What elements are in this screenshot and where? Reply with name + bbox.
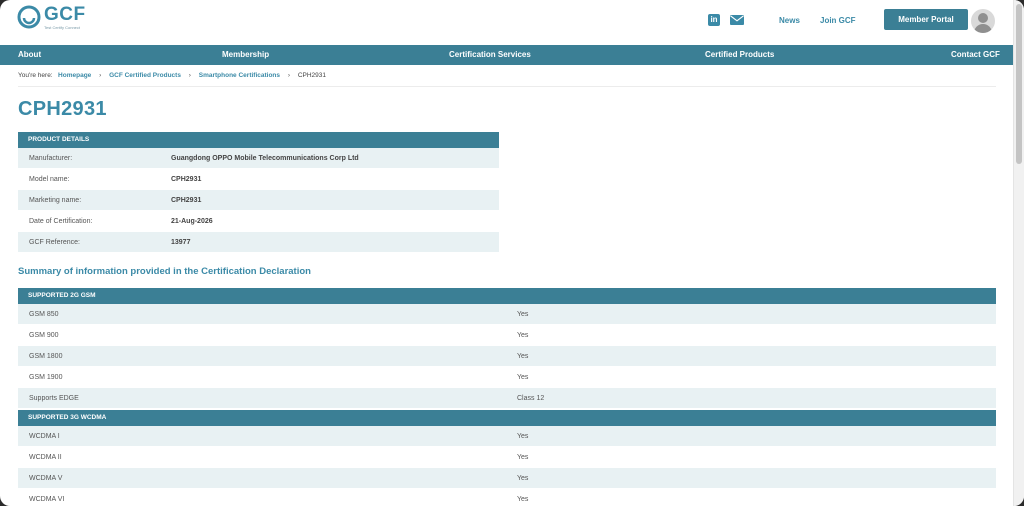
chevron-right-icon: › — [99, 72, 102, 79]
table-row: GSM 1800 Yes — [18, 346, 996, 367]
breadcrumb-homepage[interactable]: Homepage — [58, 72, 91, 79]
mail-icon[interactable] — [730, 15, 744, 25]
nav-contact-gcf[interactable]: Contact GCF — [951, 45, 1000, 65]
table-row: Supports EDGE Class 12 — [18, 388, 996, 409]
page-title: CPH2931 — [18, 98, 107, 120]
row-value: 13977 — [171, 238, 191, 246]
gcf-logo[interactable]: GCF Test Certify Connect — [17, 5, 86, 30]
logo-title: GCF — [44, 4, 86, 25]
table-row: WCDMA II Yes — [18, 447, 996, 468]
table-row: GCF Reference: 13977 — [18, 232, 499, 253]
row-value: Yes — [517, 453, 529, 461]
table-header: SUPPORTED 2G GSM — [18, 288, 996, 304]
nav-membership[interactable]: Membership — [222, 45, 269, 65]
table-row: GSM 900 Yes — [18, 325, 996, 346]
row-value: 21-Aug-2026 — [171, 217, 213, 225]
row-label: WCDMA V — [29, 474, 63, 482]
vertical-scrollbar[interactable] — [1013, 0, 1024, 506]
breadcrumb-prefix: You're here: — [18, 72, 53, 79]
nav-certified-products[interactable]: Certified Products — [705, 45, 774, 65]
breadcrumb-current: CPH2931 — [297, 72, 326, 79]
row-value: Class 12 — [517, 394, 545, 402]
main-nav: About Membership Certification Services … — [0, 45, 1013, 65]
gsm-table: SUPPORTED 2G GSM GSM 850 Yes GSM 900 Yes… — [18, 288, 996, 409]
table-row: Model name: CPH2931 — [18, 169, 499, 190]
news-link[interactable]: News — [779, 16, 800, 25]
browser-page: GCF Test Certify Connect in News Join GC… — [0, 0, 1024, 506]
table-header: SUPPORTED 3G WCDMA — [18, 410, 996, 426]
wcdma-table: SUPPORTED 3G WCDMA WCDMA I Yes WCDMA II … — [18, 410, 996, 506]
breadcrumb-certified-products[interactable]: GCF Certified Products — [109, 72, 181, 79]
row-label: GSM 850 — [29, 310, 59, 318]
row-label: Marketing name: — [29, 196, 82, 204]
table-row: WCDMA I Yes — [18, 426, 996, 447]
row-value: Yes — [517, 352, 529, 360]
table-row: Manufacturer: Guangdong OPPO Mobile Tele… — [18, 148, 499, 169]
row-label: WCDMA II — [29, 453, 62, 461]
chevron-right-icon: › — [188, 72, 191, 79]
row-label: GCF Reference: — [29, 238, 80, 246]
nav-certification-services[interactable]: Certification Services — [449, 45, 531, 65]
table-row: WCDMA VI Yes — [18, 489, 996, 506]
gcf-logo-icon — [17, 5, 41, 29]
divider — [18, 86, 996, 87]
row-label: Supports EDGE — [29, 394, 79, 402]
table-row: Date of Certification: 21-Aug-2026 — [18, 211, 499, 232]
row-label: GSM 900 — [29, 331, 59, 339]
row-value: Yes — [517, 331, 529, 339]
row-value: Yes — [517, 373, 529, 381]
row-value: Yes — [517, 495, 529, 503]
row-value: Yes — [517, 310, 529, 318]
breadcrumb: You're here: Homepage › GCF Certified Pr… — [18, 72, 326, 79]
row-label: Manufacturer: — [29, 154, 73, 162]
scrollbar-thumb[interactable] — [1016, 4, 1022, 164]
member-portal-button[interactable]: Member Portal — [884, 9, 968, 30]
table-row: GSM 1900 Yes — [18, 367, 996, 388]
join-gcf-link[interactable]: Join GCF — [820, 16, 856, 25]
linkedin-icon[interactable]: in — [708, 14, 720, 26]
product-details-table: PRODUCT DETAILS Manufacturer: Guangdong … — [18, 132, 499, 253]
row-label: WCDMA VI — [29, 495, 65, 503]
row-label: WCDMA I — [29, 432, 60, 440]
row-value: Yes — [517, 432, 529, 440]
table-header: PRODUCT DETAILS — [18, 132, 499, 148]
site-header: GCF Test Certify Connect in News Join GC… — [0, 0, 1013, 44]
row-label: GSM 1900 — [29, 373, 63, 381]
row-value: CPH2931 — [171, 175, 202, 183]
table-row: WCDMA V Yes — [18, 468, 996, 489]
row-label: Model name: — [29, 175, 70, 183]
table-row: GSM 850 Yes — [18, 304, 996, 325]
row-value: CPH2931 — [171, 196, 202, 204]
row-value: Guangdong OPPO Mobile Telecommunications… — [171, 154, 359, 162]
chevron-right-icon: › — [287, 72, 290, 79]
row-label: GSM 1800 — [29, 352, 63, 360]
row-label: Date of Certification: — [29, 217, 93, 225]
nav-about[interactable]: About — [18, 45, 41, 65]
breadcrumb-smartphone-certifications[interactable]: Smartphone Certifications — [199, 72, 280, 79]
user-avatar-icon[interactable] — [971, 9, 995, 33]
logo-tagline: Test Certify Connect — [44, 25, 81, 30]
summary-heading: Summary of information provided in the C… — [18, 266, 311, 277]
table-row: Marketing name: CPH2931 — [18, 190, 499, 211]
row-value: Yes — [517, 474, 529, 482]
